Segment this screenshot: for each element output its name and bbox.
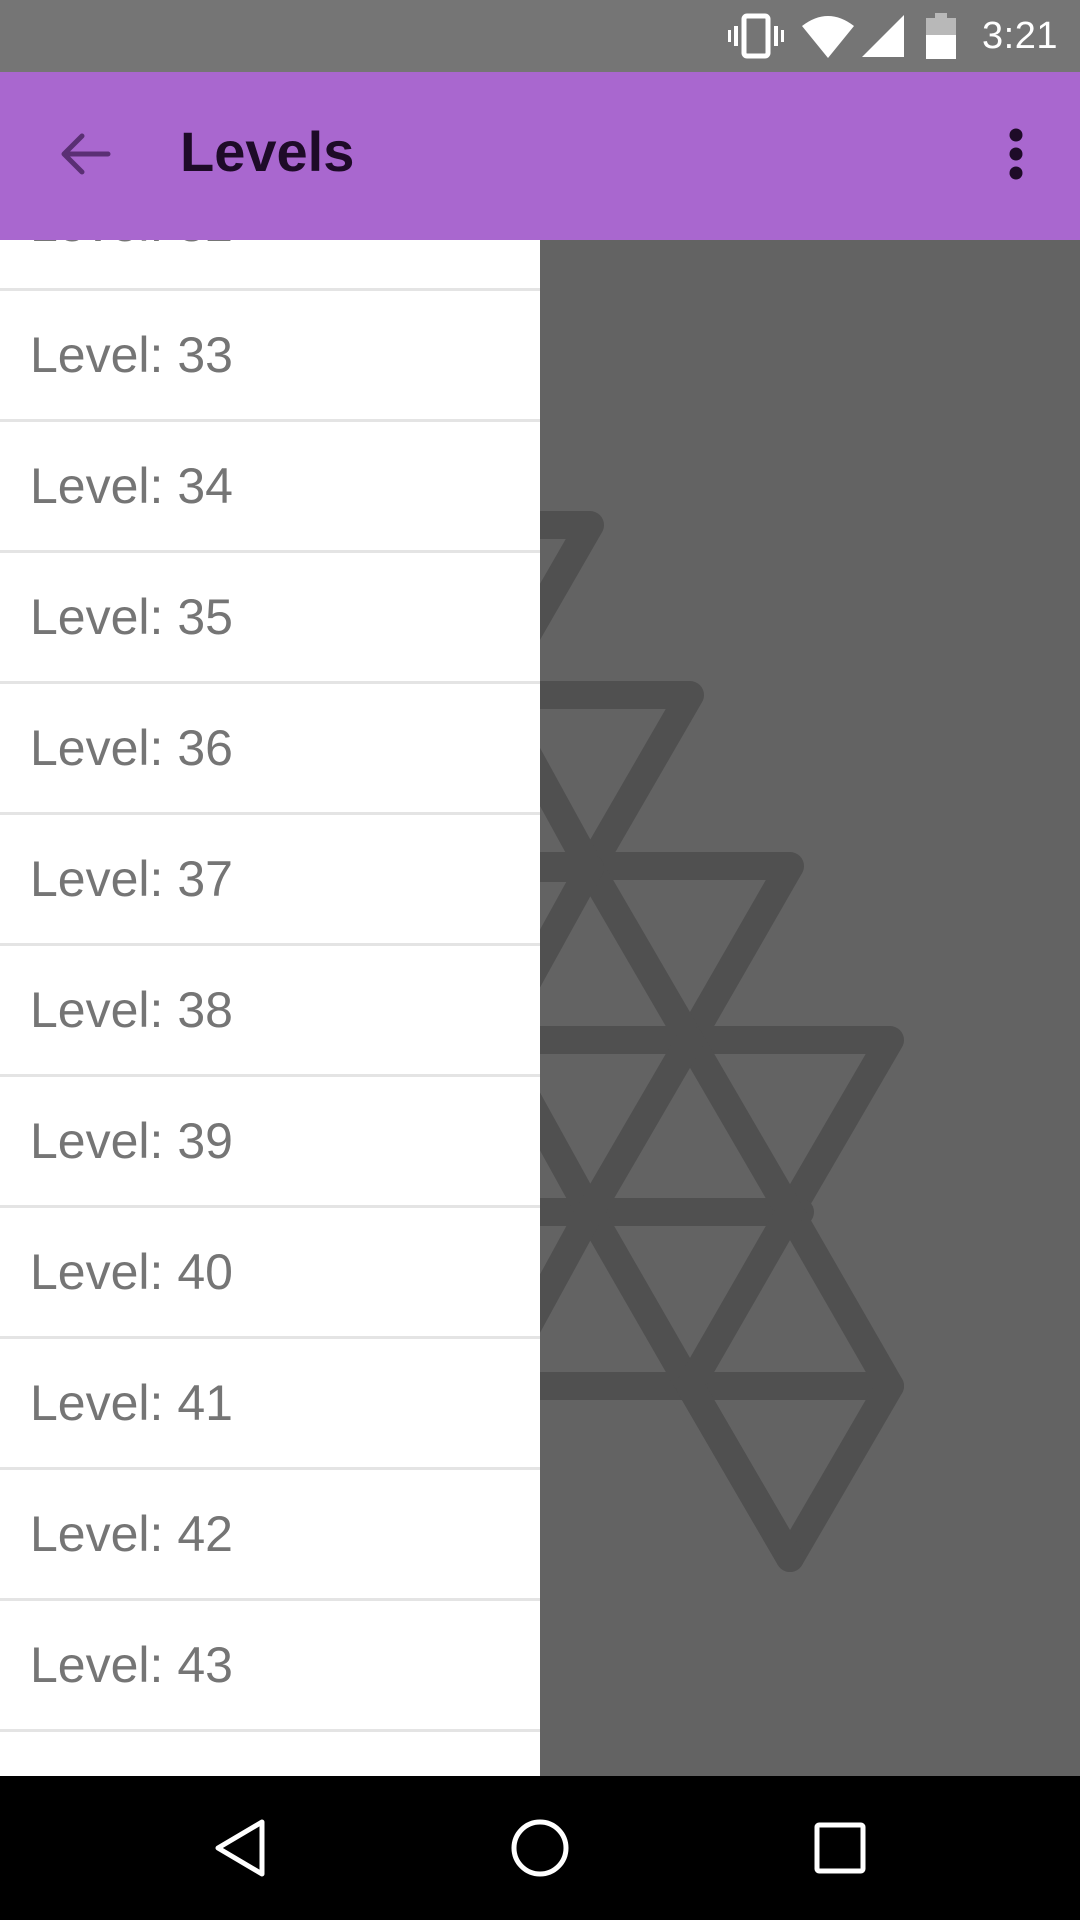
list-item-level-42[interactable]: Level: 42 xyxy=(0,1470,540,1601)
list-item-label: Level: 34 xyxy=(30,458,233,514)
list-item-level-40[interactable]: Level: 40 xyxy=(0,1208,540,1339)
nav-back-button[interactable] xyxy=(190,1798,290,1898)
list-item-label: Level: 39 xyxy=(30,1113,233,1169)
nav-home-icon xyxy=(511,1819,569,1877)
nav-recents-button[interactable] xyxy=(790,1798,890,1898)
level-list: Level: 32 Level: 33 Level: 34 Level: 35 … xyxy=(0,240,540,1776)
list-item-label: Level: 43 xyxy=(30,1637,233,1693)
nav-back-icon xyxy=(215,1819,265,1877)
list-item-level-36[interactable]: Level: 36 xyxy=(0,684,540,815)
list-item-label: Level: 44 xyxy=(30,1732,233,1776)
list-item-label: Level: 33 xyxy=(30,327,233,383)
status-time: 3:21 xyxy=(982,14,1058,57)
arrow-back-icon xyxy=(61,133,111,175)
page-title: Levels xyxy=(180,120,355,183)
list-item-level-38[interactable]: Level: 38 xyxy=(0,946,540,1077)
list-item-label: Level: 32 xyxy=(30,240,233,288)
list-item-level-37[interactable]: Level: 37 xyxy=(0,815,540,946)
signal-icon xyxy=(862,15,905,57)
list-item-label: Level: 36 xyxy=(30,720,233,776)
wifi-icon xyxy=(802,14,855,58)
vibrate-icon xyxy=(728,12,785,60)
list-item-label: Level: 35 xyxy=(30,589,233,645)
list-item-level-44[interactable]: Level: 44 xyxy=(0,1732,540,1776)
navigation-bar xyxy=(0,1776,1080,1920)
status-icons: 3:21 xyxy=(728,0,1058,72)
list-item-label: Level: 42 xyxy=(30,1506,233,1562)
list-item-level-35[interactable]: Level: 35 xyxy=(0,553,540,684)
list-item-level-39[interactable]: Level: 39 xyxy=(0,1077,540,1208)
nav-home-button[interactable] xyxy=(490,1798,590,1898)
list-item-label: Level: 41 xyxy=(30,1375,233,1431)
list-item-label: Level: 37 xyxy=(30,851,233,907)
list-item-label: Level: 38 xyxy=(30,982,233,1038)
list-item-level-34[interactable]: Level: 34 xyxy=(0,422,540,553)
back-button[interactable] xyxy=(40,110,128,198)
level-items: Level: 32 Level: 33 Level: 34 Level: 35 … xyxy=(0,240,540,1776)
nav-recents-icon xyxy=(814,1822,866,1874)
list-item-level-33[interactable]: Level: 33 xyxy=(0,291,540,422)
content-area: Level: 32 Level: 33 Level: 34 Level: 35 … xyxy=(0,240,1080,1776)
status-bar: 3:21 xyxy=(0,0,1080,72)
list-item-level-32[interactable]: Level: 32 xyxy=(0,240,540,291)
more-vert-icon xyxy=(1009,128,1023,180)
app-bar: Levels xyxy=(0,72,1080,240)
more-options-button[interactable] xyxy=(980,110,1052,198)
list-item-level-41[interactable]: Level: 41 xyxy=(0,1339,540,1470)
battery-icon xyxy=(926,13,957,59)
list-item-level-43[interactable]: Level: 43 xyxy=(0,1601,540,1732)
list-item-label: Level: 40 xyxy=(30,1244,233,1300)
